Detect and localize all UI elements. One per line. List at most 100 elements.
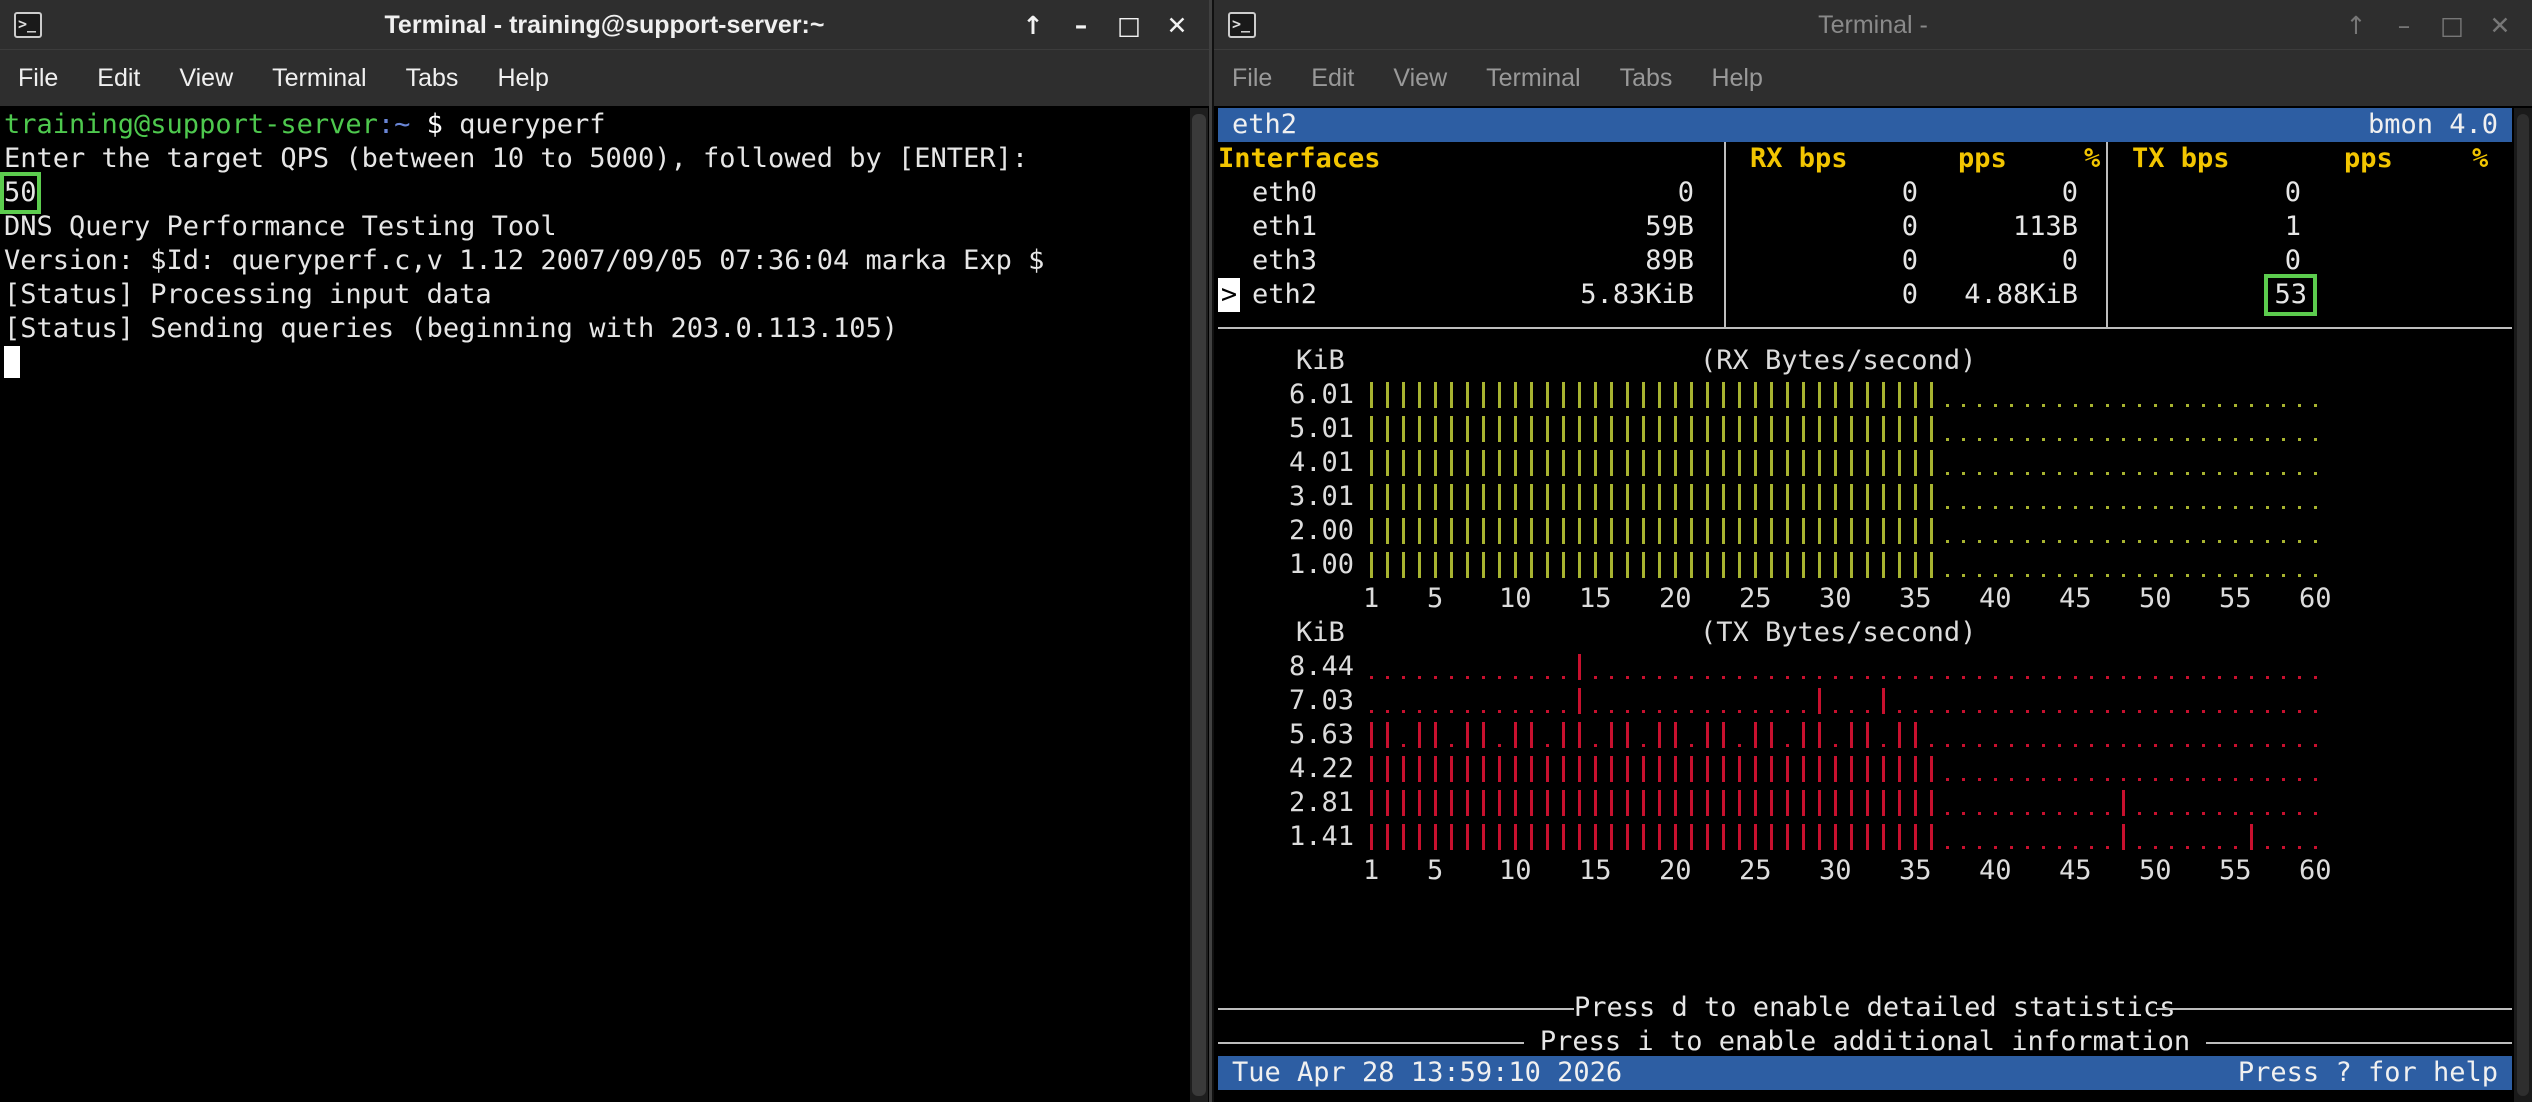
menu-edit[interactable]: Edit (97, 64, 140, 93)
rx-bps: 5.83KiB (1580, 279, 1694, 310)
y-axis-label: 5.63 (1288, 719, 1354, 750)
rx-pps: 0 (1901, 279, 1918, 310)
maximize-icon[interactable]: □ (1105, 11, 1153, 40)
x-axis-tick: 30 (1819, 583, 1852, 614)
menu-help[interactable]: Help (1711, 64, 1762, 93)
maximize-icon[interactable]: □ (2428, 11, 2476, 40)
current-interface: eth2 (1232, 109, 1298, 140)
x-axis-tick: 60 (2299, 583, 2332, 614)
interface-row[interactable]: > eth2 5.83KiB 0 4.88KiB 53 (1218, 274, 2508, 316)
column-divider (2106, 142, 2108, 328)
terminal-output[interactable]: training@support-server:~ $ queryperf Ent… (0, 108, 1044, 380)
window-title: Terminal - training@support-server:~ (384, 11, 825, 39)
x-axis-tick: 55 (2219, 855, 2252, 886)
menu-bar: File Edit View Terminal Tabs Help (0, 50, 1209, 106)
menu-view[interactable]: View (179, 64, 233, 93)
x-axis-tick: 25 (1739, 583, 1772, 614)
keep-above-icon[interactable]: ↑ (1009, 11, 1057, 40)
menu-help[interactable]: Help (497, 64, 548, 93)
close-icon[interactable]: ✕ (1153, 11, 1201, 40)
column-divider (1724, 142, 1726, 328)
rx-pps: 0 (1901, 211, 1918, 242)
menu-file[interactable]: File (18, 64, 58, 93)
keep-above-icon[interactable]: ↑ (2332, 11, 2380, 40)
y-axis-label: 7.03 (1288, 685, 1354, 716)
minimize-icon[interactable]: – (1057, 11, 1105, 40)
interface-row[interactable]: eth0 0 0 0 0 (1218, 176, 2508, 210)
interface-name: eth0 (1252, 177, 1318, 208)
col-tx-pps: pps (2344, 143, 2393, 174)
hint-info: Press i to enable additional information (1218, 1025, 2512, 1059)
output-line: Enter the target QPS (between 10 to 5000… (4, 143, 1029, 174)
y-axis-label: 3.01 (1288, 481, 1354, 512)
col-tx-bps: TX bps (2132, 143, 2230, 174)
interface-row[interactable]: eth1 59B 0 113B 1 (1218, 210, 2508, 244)
bmon-status-bar: Tue Apr 28 13:59:10 2026 Press ? for help (1218, 1056, 2512, 1090)
menu-terminal[interactable]: Terminal (1486, 64, 1580, 93)
graph-row (1364, 790, 2324, 816)
row-selector-icon: > (1218, 278, 1240, 312)
graph-unit: KiB (1296, 345, 1345, 376)
menu-tabs[interactable]: Tabs (406, 64, 459, 93)
window-title: Terminal - (1818, 11, 1928, 39)
graph-row (1364, 382, 2324, 408)
prompt-symbol: $ (410, 109, 460, 140)
scrollbar[interactable] (1190, 108, 1208, 1102)
x-axis-tick: 5 (1427, 855, 1444, 886)
terminal-window-left[interactable]: >_ Terminal - training@support-server:~ … (0, 0, 1212, 1102)
output-line: [Status] Processing input data (4, 279, 492, 310)
col-interfaces: Interfaces (1218, 143, 1381, 174)
close-icon[interactable]: ✕ (2476, 11, 2524, 40)
rx-pps: 0 (1901, 177, 1918, 208)
menu-view[interactable]: View (1393, 64, 1447, 93)
graph-row (1364, 824, 2324, 850)
help-hint: Press ? for help (2237, 1057, 2498, 1088)
y-axis-label: 2.81 (1288, 787, 1354, 818)
x-axis-tick: 25 (1739, 855, 1772, 886)
graph-unit: KiB (1296, 617, 1345, 648)
rx-bps: 0 (1677, 177, 1694, 208)
prompt-line: training@support-server:~ $ queryperf (4, 108, 1044, 142)
graph-row (1364, 756, 2324, 782)
graph-row (1364, 722, 2324, 748)
graph-row (1364, 654, 2324, 680)
menu-file[interactable]: File (1232, 64, 1272, 93)
graph-row (1364, 688, 2324, 714)
interface-name: eth2 (1252, 279, 1318, 310)
bmon-version: bmon 4.0 (2367, 109, 2498, 140)
y-axis-label: 4.22 (1288, 753, 1354, 784)
hint-info-text: Press i to enable additional information (1524, 1025, 2206, 1059)
scrollbar[interactable] (2514, 108, 2532, 1102)
y-axis-label: 1.41 (1288, 821, 1354, 852)
clock: Tue Apr 28 13:59:10 2026 (1232, 1057, 1623, 1088)
x-axis-tick: 20 (1659, 855, 1692, 886)
graph-row (1364, 518, 2324, 544)
x-axis-tick: 35 (1899, 855, 1932, 886)
graph-row (1364, 552, 2324, 578)
hint-detailed: Press d to enable detailed statistics (1218, 991, 2512, 1025)
menu-terminal[interactable]: Terminal (272, 64, 366, 93)
bmon-screen[interactable]: eth2 bmon 4.0 Interfaces RX bps pps % TX … (1214, 0, 2532, 1090)
col-rx-bps: RX bps (1750, 143, 1848, 174)
tx-pps: 53 (2264, 274, 2317, 316)
x-axis-tick: 45 (2059, 583, 2092, 614)
menu-tabs[interactable]: Tabs (1620, 64, 1673, 93)
table-header: Interfaces RX bps pps % TX bps pps % (1218, 142, 2508, 176)
x-axis-tick: 30 (1819, 855, 1852, 886)
section-divider (1218, 327, 2512, 329)
minimize-icon[interactable]: – (2380, 11, 2428, 40)
output-line: DNS Query Performance Testing Tool (4, 211, 557, 242)
y-axis-label: 4.01 (1288, 447, 1354, 478)
title-bar[interactable]: >_ Terminal - training@support-server:~ … (0, 0, 1209, 50)
interface-name: eth3 (1252, 245, 1318, 276)
interface-row[interactable]: eth3 89B 0 0 0 (1218, 244, 2508, 278)
tx-pps: 1 (2284, 211, 2301, 242)
graph-row (1364, 450, 2324, 476)
menu-bar: File Edit View Terminal Tabs Help (1214, 50, 2532, 106)
terminal-window-right[interactable]: >_ Terminal - ↑ – □ ✕ File Edit View Ter… (1214, 0, 2532, 1102)
graph-row (1364, 416, 2324, 442)
title-bar[interactable]: >_ Terminal - ↑ – □ ✕ (1214, 0, 2532, 50)
rx-bps: 89B (1645, 245, 1694, 276)
menu-edit[interactable]: Edit (1311, 64, 1354, 93)
x-axis-tick: 10 (1499, 583, 1532, 614)
